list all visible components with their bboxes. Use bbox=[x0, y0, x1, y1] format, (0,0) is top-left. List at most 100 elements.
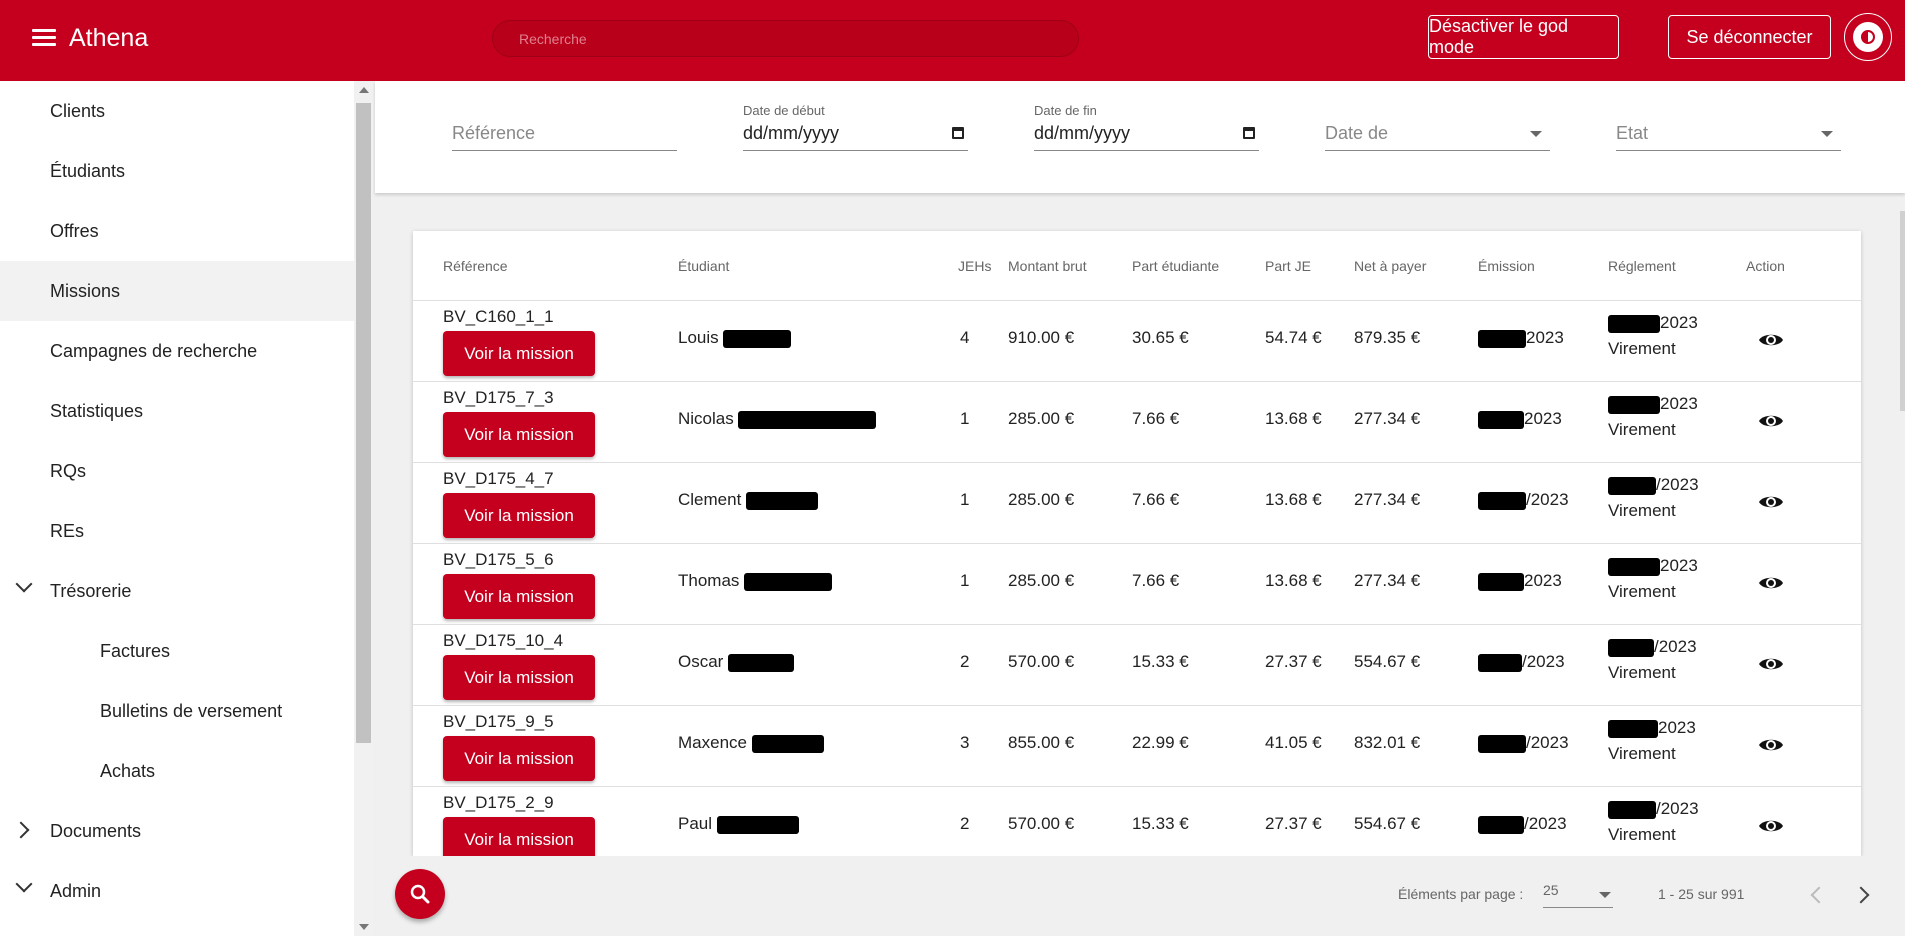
reglement-date: 2023 bbox=[1660, 556, 1698, 575]
sidebar-item-etudiants[interactable]: Étudiants bbox=[0, 141, 354, 201]
table-row: BV_D175_9_5 Voir la mission Maxence 3 855.0… bbox=[413, 706, 1861, 787]
scrollbar-thumb[interactable] bbox=[356, 103, 371, 743]
sidebar-item-documents[interactable]: Documents bbox=[0, 801, 354, 861]
etat-select[interactable]: Etat bbox=[1616, 103, 1841, 151]
reglement-date-cell: 2023 bbox=[1608, 313, 1698, 333]
items-per-page-select[interactable]: 25 bbox=[1543, 882, 1613, 908]
top-app-bar: Athena Recherche Désactiver le god mode … bbox=[0, 0, 1905, 81]
reference-cell: BV_D175_5_6 bbox=[443, 550, 554, 569]
montant-brut-cell: 285.00 € bbox=[1008, 571, 1075, 590]
reglement-mode-cell: Virement bbox=[1608, 582, 1676, 601]
net-a-payer-cell: 277.34 € bbox=[1354, 409, 1421, 428]
reglement-date: 2023 bbox=[1658, 718, 1696, 737]
net-a-payer-cell: 879.35 € bbox=[1354, 328, 1421, 347]
emission-date: 2023 bbox=[1526, 328, 1564, 347]
redaction-mark bbox=[1478, 734, 1526, 753]
part-je-cell: 13.68 € bbox=[1265, 409, 1322, 428]
sidebar-item-missions[interactable]: Missions bbox=[0, 261, 354, 321]
eye-icon[interactable] bbox=[1758, 493, 1784, 511]
column-header-montant-brut[interactable]: Montant brut bbox=[1008, 258, 1087, 274]
column-header-net-a-payer[interactable]: Net à payer bbox=[1354, 258, 1426, 274]
dropdown-arrow-icon bbox=[1599, 892, 1611, 898]
voir-mission-button[interactable]: Voir la mission bbox=[443, 412, 595, 457]
sidebar-item-rqs[interactable]: RQs bbox=[0, 441, 354, 501]
montant-brut-cell: 855.00 € bbox=[1008, 733, 1075, 752]
sidebar: Clients Étudiants Offres Missions Campag… bbox=[0, 81, 354, 936]
table-row: BV_C160_1_1 Voir la mission Louis 4 910.00 … bbox=[413, 301, 1861, 382]
column-header-emission[interactable]: Émission bbox=[1478, 258, 1535, 274]
net-a-payer-cell: 832.01 € bbox=[1354, 733, 1421, 752]
eye-icon[interactable] bbox=[1758, 331, 1784, 349]
eye-icon[interactable] bbox=[1758, 817, 1784, 835]
hamburger-menu-icon[interactable] bbox=[32, 29, 56, 49]
sidebar-item-label: Documents bbox=[50, 820, 142, 841]
voir-mission-button[interactable]: Voir la mission bbox=[443, 331, 595, 376]
redaction-mark bbox=[1608, 719, 1658, 738]
logout-button[interactable]: Se déconnecter bbox=[1668, 15, 1831, 59]
student-name: Maxence bbox=[678, 733, 747, 752]
sidebar-item-statistiques[interactable]: Statistiques bbox=[0, 381, 354, 441]
eye-icon[interactable] bbox=[1758, 736, 1784, 754]
previous-page-icon[interactable] bbox=[1810, 886, 1828, 904]
sidebar-item-tresorerie[interactable]: Trésorerie bbox=[0, 561, 354, 621]
column-header-reglement[interactable]: Réglement bbox=[1608, 258, 1676, 274]
student-name: Louis bbox=[678, 328, 719, 347]
scroll-down-arrow-icon[interactable] bbox=[359, 924, 369, 930]
search-fab-button[interactable] bbox=[395, 869, 445, 919]
sidebar-item-bulletins[interactable]: Bulletins de versement bbox=[0, 681, 354, 741]
calendar-icon[interactable] bbox=[1243, 127, 1255, 139]
date-debut-input[interactable]: Date de début dd/mm/yyyy bbox=[743, 103, 968, 151]
student-name: Clement bbox=[678, 490, 742, 509]
sidebar-item-label: RQs bbox=[50, 460, 86, 481]
student-cell: Oscar bbox=[678, 652, 795, 672]
redaction-mark bbox=[1608, 638, 1654, 657]
sidebar-item-achats[interactable]: Achats bbox=[0, 741, 354, 801]
column-header-part-je[interactable]: Part JE bbox=[1265, 258, 1311, 274]
column-header-reference[interactable]: Référence bbox=[443, 258, 508, 274]
sidebar-item-label: Trésorerie bbox=[50, 580, 132, 601]
reference-cell: BV_D175_2_9 bbox=[443, 793, 554, 812]
eye-icon[interactable] bbox=[1758, 655, 1784, 673]
reglement-date-cell: /2023 bbox=[1608, 475, 1699, 495]
scroll-up-arrow-icon[interactable] bbox=[359, 87, 369, 93]
reference-filter-input[interactable]: Référence bbox=[452, 103, 677, 151]
student-cell: Nicolas bbox=[678, 409, 877, 429]
eye-icon[interactable] bbox=[1758, 412, 1784, 430]
sidebar-item-campagnes[interactable]: Campagnes de recherche bbox=[0, 321, 354, 381]
voir-mission-button[interactable]: Voir la mission bbox=[443, 736, 595, 781]
voir-mission-button[interactable]: Voir la mission bbox=[443, 817, 595, 856]
sidebar-item-offres[interactable]: Offres bbox=[0, 201, 354, 261]
voir-mission-button[interactable]: Voir la mission bbox=[443, 493, 595, 538]
table-row: BV_D175_2_9 Voir la mission Paul 2 570.00 €… bbox=[413, 787, 1861, 856]
column-header-jehs[interactable]: JEHs bbox=[958, 258, 991, 274]
date-fin-input[interactable]: Date de fin dd/mm/yyyy bbox=[1034, 103, 1259, 151]
part-etudiante-cell: 15.33 € bbox=[1132, 652, 1189, 671]
main-scrollbar-thumb[interactable] bbox=[1900, 211, 1905, 411]
column-header-part-etudiante[interactable]: Part étudiante bbox=[1132, 258, 1219, 274]
sidebar-scrollbar[interactable] bbox=[354, 81, 373, 936]
net-a-payer-cell: 554.67 € bbox=[1354, 652, 1421, 671]
disable-god-mode-button[interactable]: Désactiver le god mode bbox=[1428, 15, 1619, 59]
sidebar-item-factures[interactable]: Factures bbox=[0, 621, 354, 681]
student-cell: Paul bbox=[678, 814, 799, 834]
theme-toggle-button[interactable] bbox=[1844, 13, 1892, 61]
table-row: BV_D175_7_3 Voir la mission Nicolas 1 285.0… bbox=[413, 382, 1861, 463]
next-page-icon[interactable] bbox=[1852, 886, 1870, 904]
montant-brut-cell: 570.00 € bbox=[1008, 652, 1075, 671]
sidebar-item-label: Admin bbox=[50, 880, 102, 901]
emission-cell: 2023 bbox=[1478, 328, 1564, 348]
search-input[interactable]: Recherche bbox=[492, 20, 1079, 57]
date-de-select[interactable]: Date de bbox=[1325, 103, 1550, 151]
voir-mission-button[interactable]: Voir la mission bbox=[443, 655, 595, 700]
net-a-payer-cell: 277.34 € bbox=[1354, 490, 1421, 509]
eye-icon[interactable] bbox=[1758, 574, 1784, 592]
net-a-payer-cell: 277.34 € bbox=[1354, 571, 1421, 590]
sidebar-item-clients[interactable]: Clients bbox=[0, 81, 354, 141]
date-debut-value: dd/mm/yyyy bbox=[743, 123, 840, 143]
table-row: BV_D175_4_7 Voir la mission Clement 1 285.0… bbox=[413, 463, 1861, 544]
column-header-etudiant[interactable]: Étudiant bbox=[678, 258, 729, 274]
sidebar-item-res[interactable]: REs bbox=[0, 501, 354, 561]
calendar-icon[interactable] bbox=[952, 127, 964, 139]
voir-mission-button[interactable]: Voir la mission bbox=[443, 574, 595, 619]
sidebar-item-admin[interactable]: Admin bbox=[0, 861, 354, 921]
